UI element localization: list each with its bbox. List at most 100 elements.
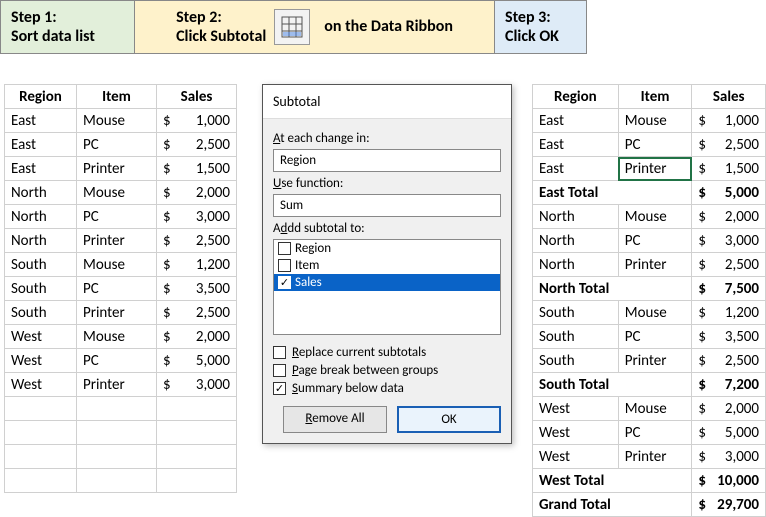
- checkbox-icon[interactable]: [273, 382, 286, 395]
- col-header-item[interactable]: Item: [77, 85, 157, 109]
- cell-region[interactable]: West: [533, 421, 619, 445]
- summary-below-option[interactable]: Summary below data: [273, 381, 501, 396]
- use-function-dropdown[interactable]: Sum: [273, 194, 501, 217]
- ok-button[interactable]: OK: [397, 406, 501, 433]
- cell-item[interactable]: PC: [618, 421, 692, 445]
- cell-item[interactable]: Printer: [77, 301, 157, 325]
- cell-item[interactable]: Mouse: [618, 397, 692, 421]
- cell-sales[interactable]: $3,500: [157, 277, 237, 301]
- cell-sales[interactable]: $1,000: [692, 109, 766, 133]
- cell-sales[interactable]: $5,000: [157, 349, 237, 373]
- table-row[interactable]: SouthMouse$1,200: [533, 301, 766, 325]
- cell-region[interactable]: North: [5, 205, 77, 229]
- cell-item[interactable]: Printer: [618, 445, 692, 469]
- cell-sales[interactable]: $1,500: [157, 157, 237, 181]
- cell-sales[interactable]: $2,500: [157, 133, 237, 157]
- cell-item[interactable]: Mouse: [77, 109, 157, 133]
- add-subtotal-listbox[interactable]: RegionItemSales: [273, 239, 501, 335]
- table-row[interactable]: NorthMouse$2,000: [533, 205, 766, 229]
- cell-sales[interactable]: $1,500: [692, 157, 766, 181]
- cell-sales[interactable]: $29,700: [692, 493, 766, 517]
- cell-region[interactable]: West: [533, 397, 619, 421]
- table-row[interactable]: WestPC$5,000: [5, 349, 237, 373]
- subtotal-row[interactable]: East Total$5,000: [533, 181, 766, 205]
- cell-region[interactable]: East: [533, 157, 619, 181]
- cell-sales[interactable]: $3,000: [692, 229, 766, 253]
- cell-item[interactable]: Mouse: [618, 109, 692, 133]
- cell-item[interactable]: Printer: [77, 229, 157, 253]
- table-row[interactable]: WestMouse$2,000: [533, 397, 766, 421]
- cell-region[interactable]: West: [533, 445, 619, 469]
- cell-sales[interactable]: $2,500: [157, 301, 237, 325]
- cell-item[interactable]: PC: [77, 349, 157, 373]
- checkbox-icon[interactable]: [278, 242, 291, 255]
- table-row[interactable]: EastPrinter$1,500: [533, 157, 766, 181]
- table-row[interactable]: WestPrinter$3,000: [533, 445, 766, 469]
- table-row[interactable]: WestPrinter$3,000: [5, 373, 237, 397]
- replace-subtotals-option[interactable]: Replace current subtotals: [273, 345, 501, 360]
- cell-item[interactable]: Printer: [77, 157, 157, 181]
- cell-region[interactable]: South: [5, 253, 77, 277]
- cell-item[interactable]: Printer: [618, 349, 692, 373]
- checkbox-icon[interactable]: [273, 346, 286, 359]
- cell-region[interactable]: South: [5, 301, 77, 325]
- cell-region[interactable]: East: [5, 157, 77, 181]
- cell-sales[interactable]: $3,000: [157, 373, 237, 397]
- cell-sales[interactable]: $7,500: [692, 277, 766, 301]
- cell-item[interactable]: Mouse: [618, 205, 692, 229]
- cell-sales[interactable]: $2,000: [157, 325, 237, 349]
- table-row[interactable]: WestPC$5,000: [533, 421, 766, 445]
- cell-region[interactable]: North: [5, 229, 77, 253]
- table-row[interactable]: EastPC$2,500: [533, 133, 766, 157]
- table-row[interactable]: SouthPC$3,500: [533, 325, 766, 349]
- listbox-item[interactable]: Region: [274, 240, 500, 257]
- cell-item[interactable]: Printer: [77, 373, 157, 397]
- cell-region[interactable]: West: [5, 373, 77, 397]
- cell-region[interactable]: North Total: [533, 277, 692, 301]
- table-row[interactable]: EastPC$2,500: [5, 133, 237, 157]
- checkbox-icon[interactable]: [278, 276, 291, 289]
- table-row[interactable]: SouthMouse$1,200: [5, 253, 237, 277]
- subtotal-row[interactable]: South Total$7,200: [533, 373, 766, 397]
- cell-region[interactable]: West Total: [533, 469, 692, 493]
- table-row[interactable]: EastMouse$1,000: [533, 109, 766, 133]
- cell-item[interactable]: Mouse: [77, 253, 157, 277]
- cell-region[interactable]: West: [5, 349, 77, 373]
- table-row[interactable]: SouthPC$3,500: [5, 277, 237, 301]
- cell-item[interactable]: Mouse: [77, 181, 157, 205]
- cell-sales[interactable]: $10,000: [692, 469, 766, 493]
- cell-sales[interactable]: $2,500: [692, 349, 766, 373]
- table-row[interactable]: NorthPrinter$2,500: [5, 229, 237, 253]
- cell-sales[interactable]: $2,500: [692, 253, 766, 277]
- cell-sales[interactable]: $3,000: [692, 445, 766, 469]
- cell-item[interactable]: PC: [618, 133, 692, 157]
- cell-sales[interactable]: $1,000: [157, 109, 237, 133]
- table-row[interactable]: NorthPC$3,000: [533, 229, 766, 253]
- col-header-item[interactable]: Item: [618, 85, 692, 109]
- cell-item[interactable]: PC: [618, 229, 692, 253]
- checkbox-icon[interactable]: [273, 364, 286, 377]
- remove-all-button[interactable]: Remove All: [283, 406, 387, 433]
- table-row[interactable]: WestMouse$2,000: [5, 325, 237, 349]
- at-each-change-dropdown[interactable]: Region: [273, 149, 501, 172]
- cell-sales[interactable]: $2,500: [157, 229, 237, 253]
- source-table[interactable]: Region Item Sales EastMouse$1,000EastPC$…: [4, 84, 237, 493]
- cell-sales[interactable]: $1,200: [157, 253, 237, 277]
- table-row[interactable]: NorthPrinter$2,500: [533, 253, 766, 277]
- cell-region[interactable]: South: [533, 349, 619, 373]
- cell-region[interactable]: North: [533, 253, 619, 277]
- cell-sales[interactable]: $1,200: [692, 301, 766, 325]
- cell-sales[interactable]: $3,500: [692, 325, 766, 349]
- cell-region[interactable]: East: [533, 133, 619, 157]
- table-row[interactable]: SouthPrinter$2,500: [533, 349, 766, 373]
- cell-region[interactable]: South: [533, 325, 619, 349]
- cell-item[interactable]: PC: [77, 205, 157, 229]
- cell-sales[interactable]: $2,000: [692, 205, 766, 229]
- cell-region[interactable]: South: [5, 277, 77, 301]
- col-header-sales[interactable]: Sales: [157, 85, 237, 109]
- cell-region[interactable]: North: [5, 181, 77, 205]
- listbox-item[interactable]: Sales: [274, 274, 500, 291]
- cell-sales[interactable]: $7,200: [692, 373, 766, 397]
- cell-region[interactable]: South Total: [533, 373, 692, 397]
- cell-item[interactable]: Mouse: [618, 301, 692, 325]
